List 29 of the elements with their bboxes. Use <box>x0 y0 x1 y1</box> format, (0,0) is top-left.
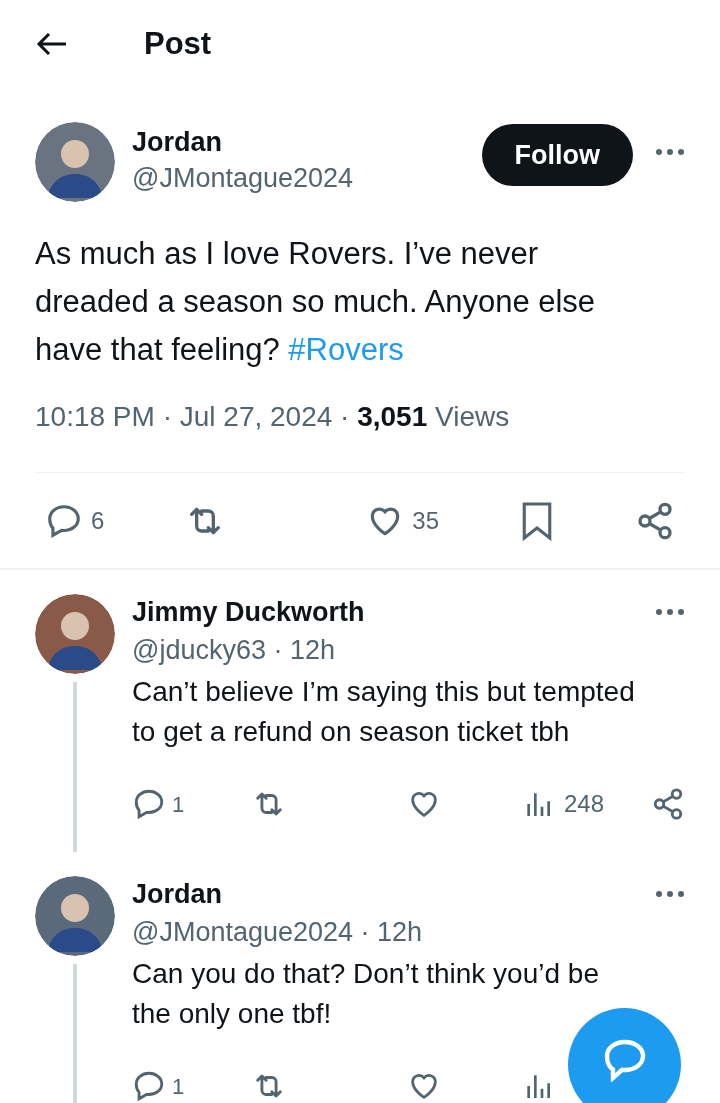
share-icon[interactable] <box>635 500 675 541</box>
author-name[interactable]: Jordan <box>132 124 482 160</box>
back-icon[interactable] <box>36 32 68 56</box>
post-meta: 10:18 PM · Jul 27, 2024 · 3,051 Views <box>35 400 511 434</box>
avatar[interactable] <box>35 876 115 956</box>
view-count: 248 <box>564 789 605 819</box>
post-text: As much as I love Rovers. I’ve never dreaded a season so much. Anyone else have that feeling? #Rovers <box>35 235 597 369</box>
more-icon[interactable] <box>655 148 685 156</box>
reply-text: Can’t believe I’m saying this but tempted to get a refund on season ticket tbh <box>132 675 636 749</box>
reply-handle[interactable]: @JMontague2024 · 12h <box>132 912 685 952</box>
reply-author-name[interactable]: Jordan <box>132 876 223 912</box>
bookmark-icon[interactable] <box>520 500 554 541</box>
reply-count: 1 <box>172 790 185 819</box>
page-title: Post <box>144 24 212 63</box>
reply-icon[interactable] <box>132 1069 166 1103</box>
reply-count: 1 <box>172 1072 185 1101</box>
more-icon[interactable] <box>655 608 685 616</box>
reply-text: Can you do that? Don’t think you’d be the only one tbf! <box>132 957 600 1031</box>
reply-author-name[interactable]: Jimmy Duckworth <box>132 594 365 630</box>
reply-icon[interactable] <box>132 787 166 821</box>
author-handle[interactable]: @JMontague2024 <box>132 160 482 196</box>
reply-handle[interactable]: @jducky63 · 12h <box>132 630 685 670</box>
like-count: 35 <box>412 505 440 536</box>
follow-button[interactable]: Follow <box>481 124 633 186</box>
share-icon[interactable] <box>651 787 685 821</box>
avatar[interactable] <box>35 594 115 674</box>
more-icon[interactable] <box>655 890 685 898</box>
reply-count: 6 <box>91 505 105 536</box>
avatar[interactable] <box>35 122 115 202</box>
